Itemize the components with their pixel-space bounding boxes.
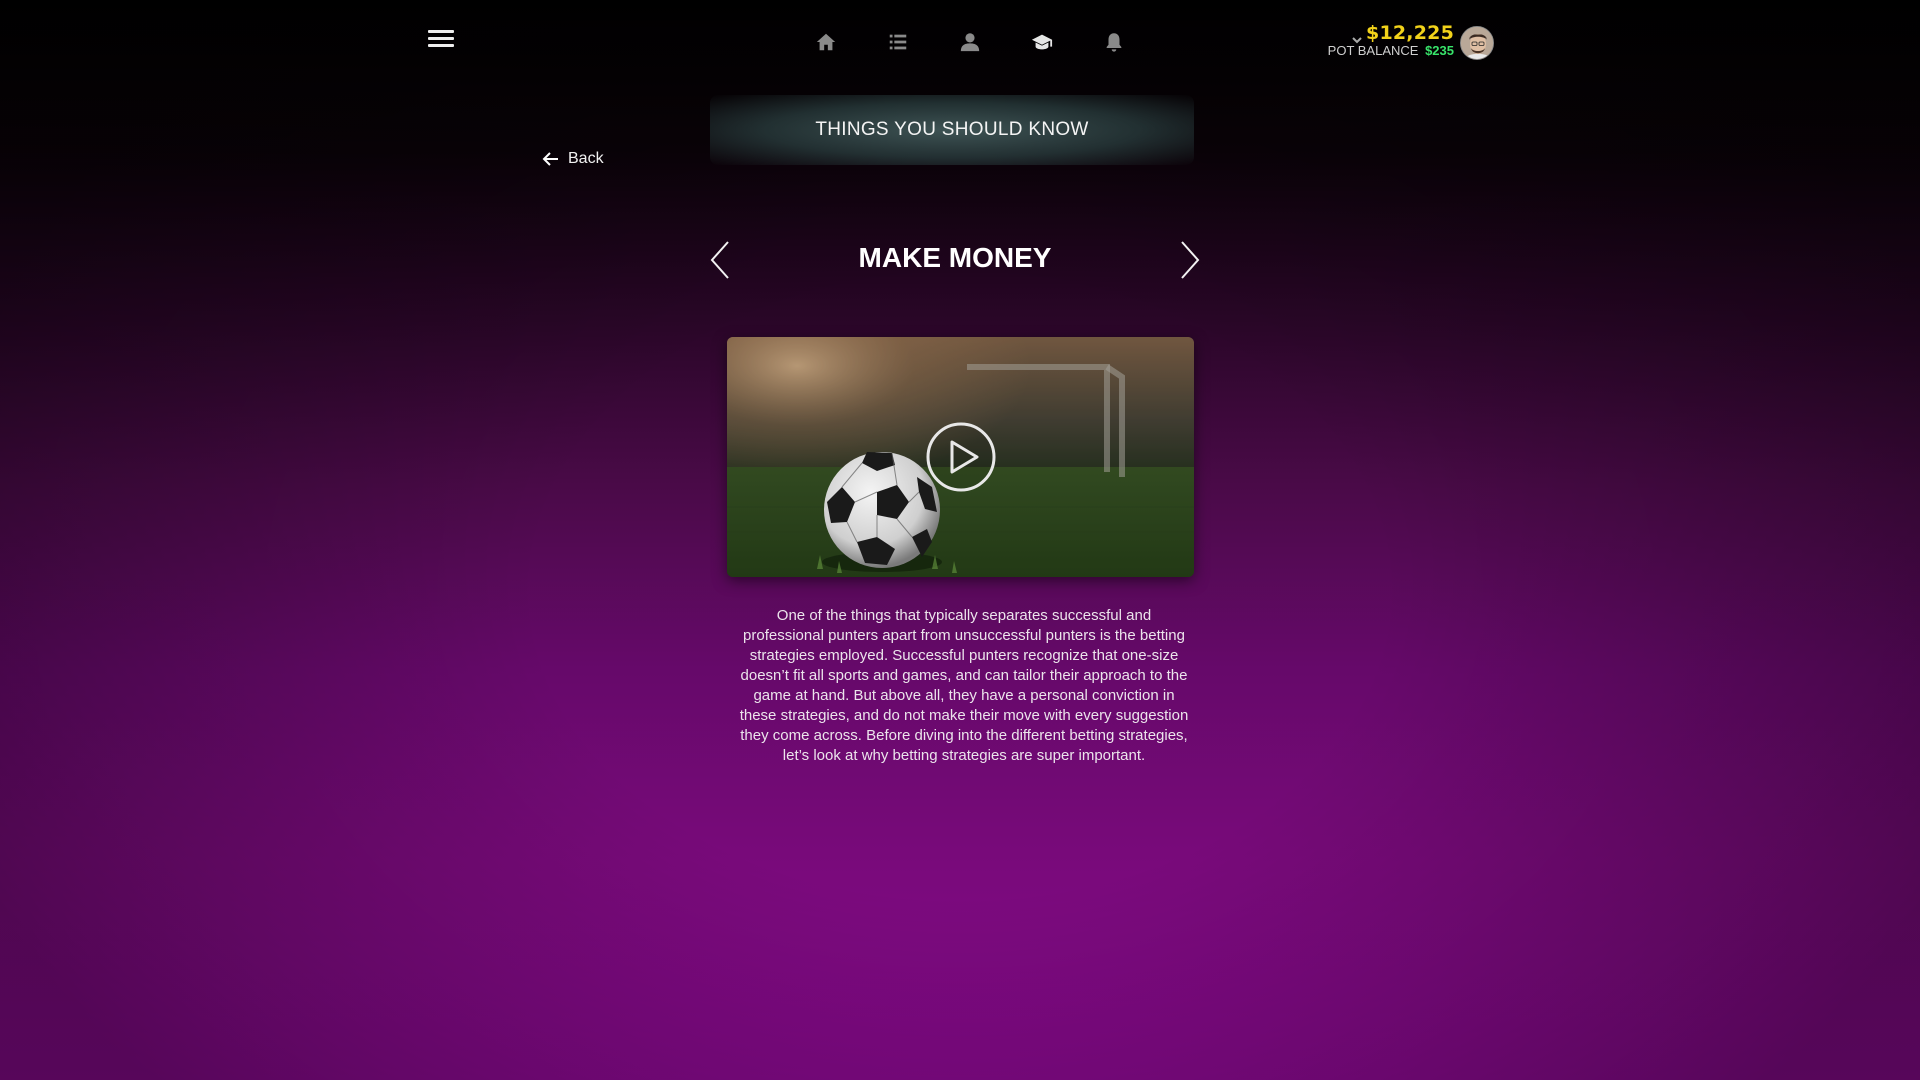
balance-widget[interactable]: $12,225 POT BALANCE $235 — [1328, 22, 1454, 58]
account-balance: $12,225 — [1366, 22, 1454, 44]
hamburger-menu-icon[interactable] — [428, 26, 454, 50]
back-button[interactable]: Back — [542, 150, 604, 168]
pot-balance-label: POT BALANCE — [1327, 43, 1419, 58]
top-navigation-bar: $12,225 POT BALANCE $235 — [0, 0, 1920, 90]
chevron-down-icon[interactable] — [1352, 30, 1362, 44]
play-icon[interactable] — [925, 421, 997, 493]
article-body: One of the things that typically separat… — [739, 607, 1189, 764]
pot-balance-row: POT BALANCE $235 — [1328, 43, 1454, 58]
nav-icon-group — [790, 26, 1150, 58]
user-icon[interactable] — [934, 26, 1006, 58]
section-header-title: THINGS YOU SHOULD KNOW — [815, 119, 1089, 140]
article-title-row: MAKE MONEY — [700, 232, 1210, 288]
section-header: THINGS YOU SHOULD KNOW — [710, 95, 1194, 165]
back-label: Back — [568, 150, 604, 167]
avatar[interactable] — [1460, 26, 1494, 60]
list-icon[interactable] — [862, 26, 934, 58]
next-arrow-icon[interactable] — [1176, 238, 1204, 282]
graduation-cap-icon[interactable] — [1006, 26, 1078, 58]
pot-balance-value: $235 — [1425, 43, 1454, 58]
article-title: MAKE MONEY — [858, 242, 1052, 273]
bell-icon[interactable] — [1078, 26, 1150, 58]
arrow-left-icon — [542, 152, 558, 166]
home-icon[interactable] — [790, 26, 862, 58]
video-player[interactable] — [727, 337, 1194, 577]
